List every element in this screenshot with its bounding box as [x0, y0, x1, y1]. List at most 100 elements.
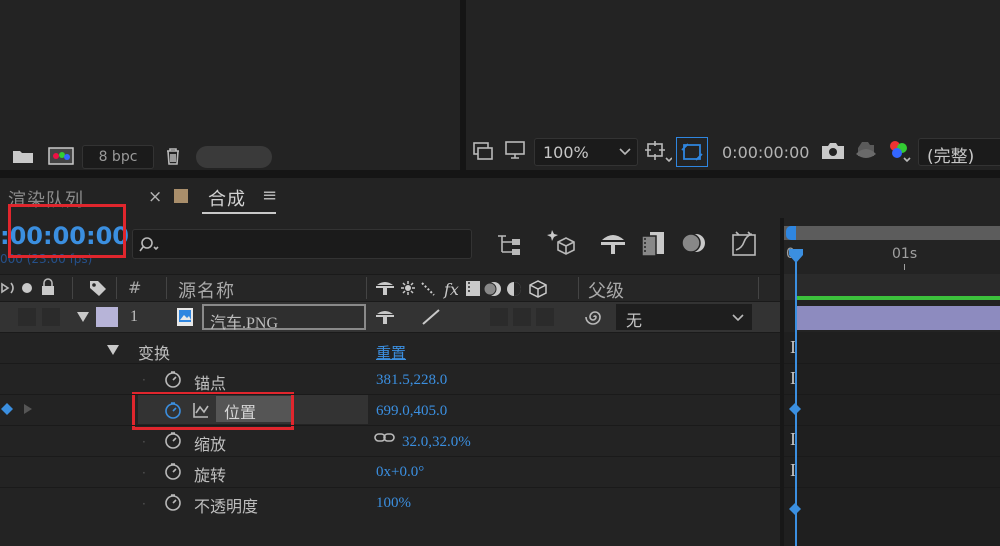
- parent-dropdown[interactable]: 无: [616, 304, 752, 330]
- monitor-icon[interactable]: [504, 140, 526, 160]
- column-divider: [366, 277, 367, 299]
- layer-name: 汽车.PNG: [210, 315, 279, 332]
- label-tag-header-icon: [90, 281, 106, 296]
- snapshot-icon[interactable]: [820, 140, 846, 162]
- viewer-timecode[interactable]: 0:00:00:00: [722, 143, 809, 162]
- parent-value: 无: [626, 311, 643, 330]
- tab-composition[interactable]: 合成: [208, 185, 246, 211]
- layer-row[interactable]: 1 汽车.PNG 无: [0, 302, 780, 332]
- track-separator: [784, 394, 1000, 395]
- column-parent-header[interactable]: 父级: [588, 277, 624, 303]
- close-tab-icon[interactable]: ×: [148, 187, 162, 207]
- resolution-dropdown[interactable]: (完整): [918, 138, 1000, 167]
- track-separator: [784, 363, 1000, 364]
- work-area-start-handle[interactable]: [786, 226, 796, 240]
- timecode-highlight-box: [8, 204, 126, 258]
- row-bullet: ·: [142, 373, 146, 387]
- layer-name-field[interactable]: 汽车.PNG: [202, 304, 366, 332]
- motion-blur-switch[interactable]: [536, 308, 554, 326]
- motion-blur-icon[interactable]: [680, 230, 708, 256]
- transparency-grid-button[interactable]: [676, 137, 708, 167]
- property-anchor-point-value[interactable]: 381.5,228.0: [376, 372, 447, 389]
- tab-menu-icon[interactable]: ≡: [262, 185, 277, 206]
- next-keyframe-arrow-icon[interactable]: [22, 403, 34, 415]
- zoom-dropdown[interactable]: 100%: [534, 138, 638, 166]
- timeline-tab-bar: 渲染队列 × 合成 ≡: [0, 178, 1000, 218]
- show-snapshot-icon[interactable]: [854, 138, 878, 162]
- trash-icon[interactable]: [164, 146, 182, 166]
- always-preview-icon[interactable]: [472, 141, 494, 161]
- row-separator: [0, 456, 780, 457]
- stopwatch-icon[interactable]: [164, 370, 182, 388]
- property-position-value[interactable]: 699.0,405.0: [376, 403, 447, 420]
- layer-search-input[interactable]: [132, 229, 472, 259]
- composition-color-swatch: [174, 189, 188, 203]
- project-flowchart-slider[interactable]: [196, 146, 272, 168]
- shy-layers-icon[interactable]: [598, 230, 628, 256]
- column-source-name-header[interactable]: 源名称: [178, 277, 235, 303]
- property-opacity-label: 不透明度: [194, 497, 259, 516]
- property-rotation-label: 旋转: [194, 466, 227, 485]
- transform-group-label[interactable]: 变换: [138, 340, 170, 364]
- chevron-down-icon: [732, 314, 744, 322]
- viewer-toolbar: 100% 0:00:00:00 (完整): [466, 134, 1000, 170]
- property-anchor-point-label: 锚点: [194, 374, 227, 393]
- ruler-tick: [904, 264, 905, 270]
- composition-viewer: [466, 0, 1000, 134]
- expand-triangle-icon[interactable]: [76, 311, 90, 323]
- expand-triangle-icon[interactable]: [106, 344, 120, 356]
- graph-editor-icon[interactable]: [730, 230, 760, 258]
- column-divider: [758, 277, 759, 299]
- zoom-value: 100%: [543, 143, 589, 162]
- effects-switch[interactable]: [490, 308, 508, 326]
- row-separator: [0, 363, 780, 364]
- row-separator: [0, 425, 780, 426]
- transparency-grid-icon: [681, 143, 703, 161]
- layer-solo-switch[interactable]: [18, 308, 36, 326]
- layer-label-color[interactable]: [96, 307, 118, 327]
- parent-pickwhip-icon[interactable]: [584, 307, 606, 327]
- frame-blending-icon[interactable]: [640, 230, 666, 258]
- svg-text:fx: fx: [443, 280, 459, 299]
- panel-divider-horizontal[interactable]: [0, 170, 1000, 178]
- property-scale-value[interactable]: 32.0,32.0%: [402, 434, 471, 451]
- row-bullet: ·: [142, 497, 146, 511]
- composition-mini-flowchart-icon[interactable]: [496, 232, 524, 256]
- quality-switch-icon[interactable]: [420, 307, 442, 327]
- stopwatch-icon[interactable]: [164, 493, 182, 511]
- constrain-proportions-icon[interactable]: [374, 431, 396, 445]
- current-time-indicator[interactable]: [795, 262, 797, 546]
- image-file-icon: [177, 308, 193, 326]
- folder-icon[interactable]: [12, 148, 34, 164]
- resolution-value: (完整): [927, 147, 975, 167]
- column-divider: [578, 277, 579, 299]
- ruler-label-01s: 01s: [892, 246, 918, 262]
- column-divider: [72, 277, 73, 299]
- shy-switch-icon[interactable]: [374, 308, 396, 326]
- search-icon: [139, 237, 159, 252]
- property-opacity-value[interactable]: 100%: [376, 495, 411, 512]
- work-area-bar[interactable]: [784, 226, 1000, 240]
- row-bullet: ·: [142, 466, 146, 480]
- video-toggle-header-icon: [1, 282, 14, 294]
- layer-duration-bar[interactable]: [796, 306, 1000, 330]
- channel-rgb-icon[interactable]: [886, 138, 912, 164]
- track-separator: [784, 487, 1000, 488]
- stopwatch-icon[interactable]: [164, 462, 182, 480]
- region-of-interest-icon[interactable]: [644, 140, 672, 164]
- transform-reset-link[interactable]: 重置: [376, 342, 406, 363]
- row-bullet: ·: [142, 435, 146, 449]
- layer-lock-switch[interactable]: [42, 308, 60, 326]
- track-separator: [784, 425, 1000, 426]
- property-rotation-value[interactable]: 0x+0.0°: [376, 464, 424, 481]
- stopwatch-icon[interactable]: [164, 431, 182, 449]
- keyframe-nav-diamond-icon[interactable]: [0, 402, 14, 416]
- draft-3d-icon[interactable]: [546, 228, 576, 258]
- column-index-header: #: [128, 278, 142, 297]
- lock-header-icon: [42, 278, 54, 295]
- bit-depth-button[interactable]: 8 bpc: [82, 145, 154, 169]
- frame-blend-switch[interactable]: [513, 308, 531, 326]
- new-composition-icon[interactable]: [48, 146, 74, 166]
- solo-header-icon: [22, 283, 32, 293]
- work-area-indicator[interactable]: [796, 296, 1000, 300]
